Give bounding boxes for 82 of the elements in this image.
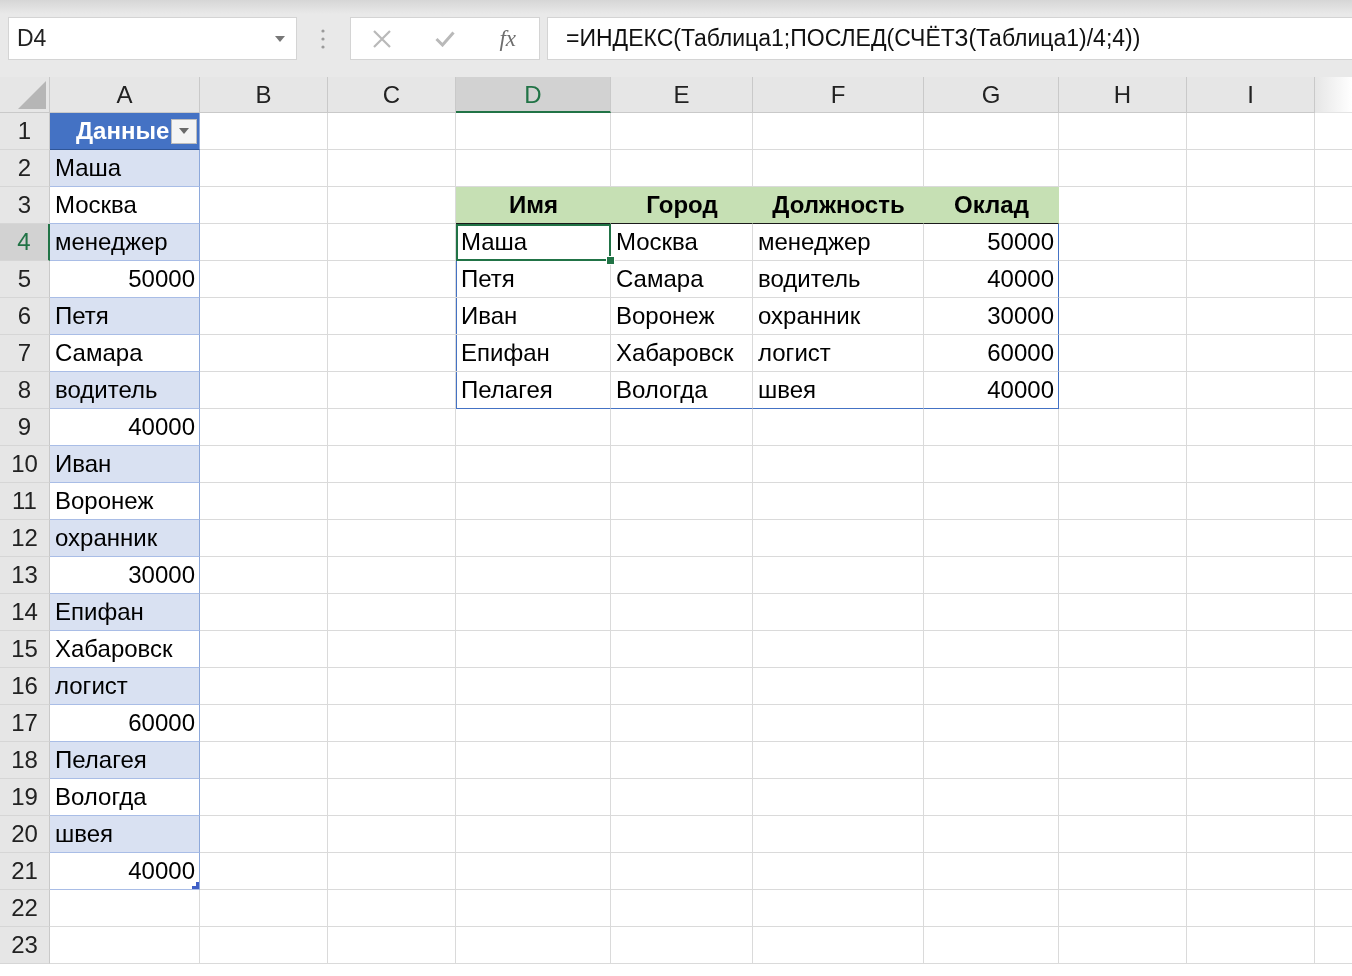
- row-header[interactable]: 20: [0, 816, 50, 853]
- row-header[interactable]: 7: [0, 335, 50, 372]
- column-header[interactable]: I: [1187, 77, 1315, 113]
- table-header-cell: Имя: [456, 187, 611, 224]
- table-cell[interactable]: логист: [50, 668, 200, 705]
- table-cell[interactable]: 50000: [924, 224, 1059, 261]
- resize-handle-icon[interactable]: [192, 882, 199, 889]
- row-header[interactable]: 6: [0, 298, 50, 335]
- table-cell[interactable]: Епифан: [456, 335, 611, 372]
- table-cell[interactable]: Петя: [456, 261, 611, 298]
- table-cell[interactable]: водитель: [50, 372, 200, 409]
- header-label: Данные: [76, 116, 170, 146]
- row-header[interactable]: 9: [0, 409, 50, 446]
- table-cell[interactable]: водитель: [753, 261, 924, 298]
- table-cell[interactable]: логист: [753, 335, 924, 372]
- row-header[interactable]: 19: [0, 779, 50, 816]
- row-header[interactable]: 11: [0, 483, 50, 520]
- table-cell[interactable]: 40000: [924, 261, 1059, 298]
- row-header[interactable]: 1: [0, 113, 50, 150]
- row-header[interactable]: 22: [0, 890, 50, 927]
- table-cell[interactable]: швея: [50, 816, 200, 853]
- row-header[interactable]: 13: [0, 557, 50, 594]
- table-cell[interactable]: 40000: [50, 853, 200, 890]
- column-header[interactable]: A: [50, 77, 200, 113]
- row-header[interactable]: 14: [0, 594, 50, 631]
- table-cell[interactable]: Петя: [50, 298, 200, 335]
- column-header[interactable]: B: [200, 77, 328, 113]
- table-header-cell: Город: [611, 187, 753, 224]
- column-header[interactable]: G: [924, 77, 1059, 113]
- check-icon: [435, 30, 455, 47]
- table-cell[interactable]: менеджер: [50, 224, 200, 261]
- column-header[interactable]: H: [1059, 77, 1187, 113]
- table-cell[interactable]: охранник: [753, 298, 924, 335]
- row-header[interactable]: 21: [0, 853, 50, 890]
- row-header[interactable]: 4: [0, 224, 50, 261]
- row-header[interactable]: 12: [0, 520, 50, 557]
- row-header[interactable]: 10: [0, 446, 50, 483]
- table-cell[interactable]: Вологда: [611, 372, 753, 409]
- row-header[interactable]: 18: [0, 742, 50, 779]
- select-all-button[interactable]: [0, 77, 50, 113]
- table-cell[interactable]: Епифан: [50, 594, 200, 631]
- filter-dropdown-button[interactable]: [171, 118, 197, 144]
- row-header[interactable]: 8: [0, 372, 50, 409]
- column-header[interactable]: F: [753, 77, 924, 113]
- caret-down-icon: [179, 128, 189, 134]
- row-header[interactable]: 3: [0, 187, 50, 224]
- table-cell[interactable]: 30000: [924, 298, 1059, 335]
- table-cell[interactable]: Самара: [611, 261, 753, 298]
- row-header[interactable]: 2: [0, 150, 50, 187]
- row-header[interactable]: 16: [0, 668, 50, 705]
- name-box[interactable]: D4: [8, 17, 297, 60]
- row-header[interactable]: 17: [0, 705, 50, 742]
- column-header[interactable]: E: [611, 77, 753, 113]
- column-header[interactable]: C: [328, 77, 456, 113]
- table-cell[interactable]: Хабаровск: [611, 335, 753, 372]
- fill-handle-icon[interactable]: [606, 256, 615, 265]
- row-header[interactable]: 5: [0, 261, 50, 298]
- table-cell[interactable]: Маша: [456, 224, 611, 261]
- table-cell[interactable]: Пелагея: [456, 372, 611, 409]
- triangle-icon: [18, 81, 46, 109]
- table-cell[interactable]: Пелагея: [50, 742, 200, 779]
- vertical-dots-icon[interactable]: [321, 29, 325, 49]
- column-header[interactable]: D: [456, 77, 611, 113]
- row-header[interactable]: 15: [0, 631, 50, 668]
- table-header-cell: Оклад: [924, 187, 1059, 224]
- table-cell[interactable]: Иван: [50, 446, 200, 483]
- table-cell[interactable]: 60000: [924, 335, 1059, 372]
- caret-down-icon: [275, 35, 285, 42]
- table-cell[interactable]: Маша: [50, 150, 200, 187]
- column-header[interactable]: [1315, 77, 1352, 113]
- close-icon: [373, 29, 392, 48]
- insert-function-button[interactable]: fx: [476, 18, 539, 59]
- table-cell[interactable]: Иван: [456, 298, 611, 335]
- table-cell[interactable]: менеджер: [753, 224, 924, 261]
- table-header-cell: Должность: [753, 187, 924, 224]
- table-cell[interactable]: Москва: [611, 224, 753, 261]
- table-cell[interactable]: Воронеж: [611, 298, 753, 335]
- table-cell[interactable]: 40000: [924, 372, 1059, 409]
- table-cell[interactable]: охранник: [50, 520, 200, 557]
- table-cell[interactable]: швея: [753, 372, 924, 409]
- row-header[interactable]: 23: [0, 927, 50, 964]
- formula-field[interactable]: =ИНДЕКС(Таблица1;ПОСЛЕД(СЧЁТЗ(Таблица1)/4;4)): [547, 17, 1352, 60]
